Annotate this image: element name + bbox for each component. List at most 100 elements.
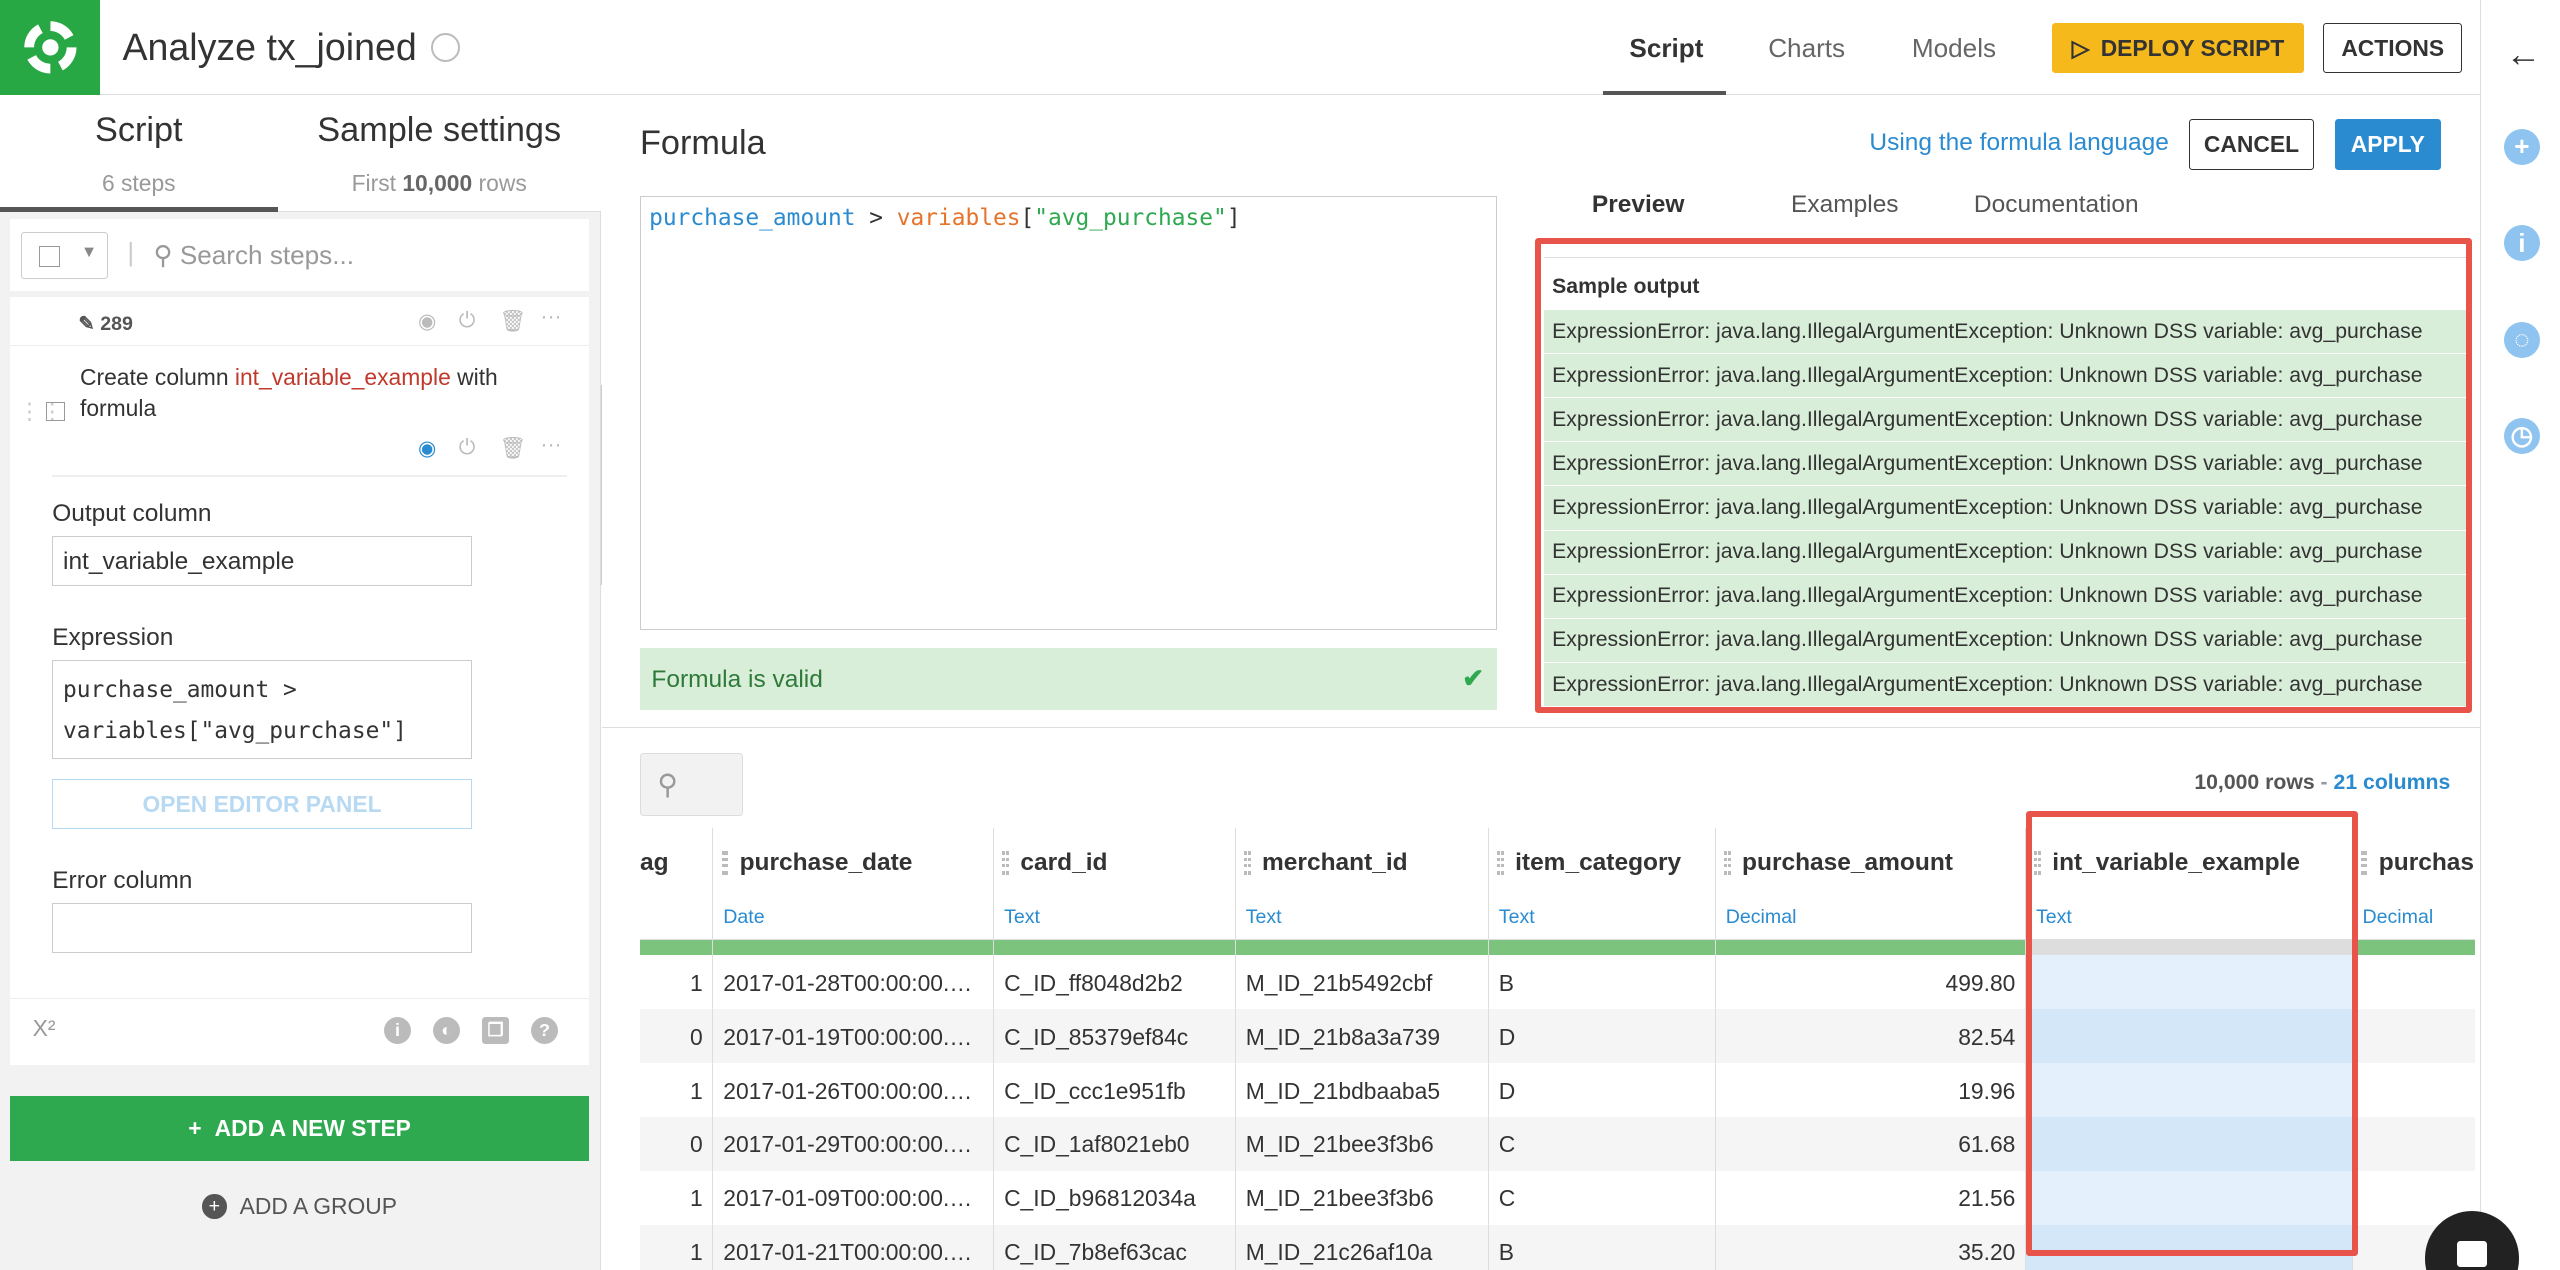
column-header[interactable]: card_id Text [994, 827, 1235, 941]
column-header[interactable]: purchase_date Date [713, 827, 994, 941]
tab-examples[interactable]: Examples [1791, 191, 1899, 219]
add-group-button[interactable]: + ADD A GROUP [10, 1177, 590, 1236]
expression-textarea[interactable]: purchase_amount > variables["avg_purchas… [52, 659, 472, 760]
step-count: 6 steps [101, 169, 176, 196]
palette-icon[interactable]: ◐ [432, 1016, 461, 1045]
sample-output-highlight: Sample output ExpressionError: java.lang… [1534, 238, 2472, 714]
tab-models[interactable]: Models [1912, 33, 1996, 64]
drag-handle-icon[interactable] [1244, 850, 1251, 876]
quality-bar [994, 940, 1235, 956]
eye-icon[interactable]: ◉ [418, 309, 437, 334]
actions-button[interactable]: ACTIONS [2323, 22, 2463, 74]
top-bar: Analyze tx_joined Script Charts Models ▷… [0, 0, 2481, 95]
power-icon[interactable]: ⏻ [459, 309, 476, 333]
rename-icon[interactable] [431, 32, 461, 63]
drag-handle-icon[interactable] [1497, 850, 1504, 876]
drag-handle-icon[interactable] [1002, 850, 1009, 876]
column-header[interactable]: purchase_amount Decimal [1715, 827, 2026, 941]
dataiku-logo[interactable] [0, 0, 100, 95]
column-header[interactable]: item_category Text [1489, 827, 1715, 941]
chevron-down-icon: ▼ [80, 242, 98, 261]
column-purchase: purchase Decimal [2352, 827, 2476, 1270]
column-header[interactable]: merchant_id Text [1235, 827, 1488, 941]
data-grid-panel: ⚲ 10,000 rows - 21 columns ag 1 0 1 0 1 … [602, 728, 2481, 1270]
tab-script[interactable]: Script [1629, 33, 1703, 64]
grid-search-button[interactable]: ⚲ [640, 752, 743, 817]
step-list: ✎ 289 ◉ ⏻ 🗑 ··· ⋮⋮ Create column int_var… [9, 297, 590, 1065]
sample-output-row: ExpressionError: java.lang.IllegalArgume… [1543, 310, 2467, 355]
info-icon[interactable]: i [383, 1016, 412, 1045]
drag-handle-icon[interactable] [721, 850, 729, 876]
cancel-button[interactable]: CANCEL [2189, 119, 2314, 170]
deploy-script-button[interactable]: ▷ DEPLOY SCRIPT [2052, 22, 2304, 74]
drag-handle-icon[interactable] [2034, 850, 2041, 876]
steps-toolbar: ▼ | ⚲ Search steps... [9, 218, 590, 291]
sample-output-row: ExpressionError: java.lang.IllegalArgume… [1543, 442, 2467, 487]
step-checkbox[interactable] [45, 401, 66, 422]
info-icon[interactable]: i [2503, 225, 2540, 262]
help-icon[interactable]: ? [530, 1016, 559, 1045]
copy-icon[interactable]: ❐ [481, 1016, 510, 1045]
column-header[interactable]: int_variable_example Text [2026, 827, 2352, 941]
trash-icon[interactable]: 🗑 [500, 436, 527, 461]
search-icon: ⚲ [153, 239, 173, 270]
play-icon: ▷ [2071, 34, 2090, 61]
more-icon[interactable]: ··· [540, 305, 561, 329]
sample-output-label: Sample output [1552, 274, 1700, 298]
checkmark-icon: ✔ [1462, 662, 1485, 693]
sample-output-row: ExpressionError: java.lang.IllegalArgume… [1543, 618, 2467, 663]
history-icon[interactable]: ◷ [2503, 417, 2540, 454]
drag-handle-icon[interactable] [1724, 850, 1731, 876]
sample-output-row: ExpressionError: java.lang.IllegalArgume… [1543, 398, 2467, 443]
previous-step[interactable]: ✎ 289 ◉ ⏻ 🗑 ··· [9, 297, 590, 347]
divider: | [127, 236, 135, 267]
trash-icon[interactable]: 🗑 [500, 309, 527, 334]
logo-icon [24, 21, 77, 74]
search-steps-input[interactable]: ⚲ Search steps... [153, 240, 354, 271]
tab-charts[interactable]: Charts [1768, 33, 1845, 64]
active-tab-indicator [0, 207, 278, 213]
sample-output-row: ExpressionError: java.lang.IllegalArgume… [1543, 574, 2467, 619]
step-change-count: ✎ 289 [78, 312, 133, 335]
column-header[interactable]: ag [640, 827, 713, 941]
select-all-checkbox[interactable] [38, 245, 60, 268]
error-column-input[interactable] [52, 902, 472, 954]
tab-documentation[interactable]: Documentation [1974, 191, 2139, 219]
tab-sample-settings[interactable]: Sample settings First 10,000 rows [278, 111, 601, 197]
tab-preview[interactable]: Preview [1592, 191, 1685, 219]
power-icon[interactable]: ⏻ [459, 436, 476, 460]
formula-language-link[interactable]: Using the formula language [1869, 129, 2168, 157]
quality-bar [2352, 940, 2476, 956]
drag-handle-icon[interactable] [2360, 850, 2368, 876]
open-editor-panel-button[interactable]: OPEN EDITOR PANEL [52, 778, 472, 830]
plus-icon[interactable]: + [2503, 128, 2540, 165]
sample-output-row: ExpressionError: java.lang.IllegalArgume… [1543, 486, 2467, 531]
column-purchase-date: purchase_date Date 2017-01-28T00:00:00.0… [713, 827, 995, 1270]
add-step-button[interactable]: + ADD A NEW STEP [9, 1095, 590, 1161]
step-footer: X² i ◐ ❐ ? [9, 997, 590, 1063]
step-description[interactable]: Create column int_variable_example with … [80, 362, 537, 424]
column-int-variable-example: int_variable_example Text [2026, 827, 2353, 1270]
more-icon[interactable]: ··· [540, 433, 561, 457]
divider [52, 475, 567, 477]
formula-editor-panel: Formula Using the formula language CANCE… [602, 94, 2481, 729]
column-merchant-id: merchant_id Text M_ID_21b5492cbf M_ID_21… [1235, 827, 1489, 1270]
back-arrow-icon[interactable]: ← [2506, 33, 2542, 75]
discussion-icon[interactable]: ◌ [2503, 321, 2540, 358]
column-header[interactable]: purchase Decimal [2352, 827, 2476, 941]
expression-label: Expression [52, 623, 174, 651]
sidebar-tabs: Script 6 steps Sample settings First 10,… [0, 94, 601, 213]
plus-circle-icon: + [202, 1194, 227, 1219]
right-rail: ← + i ◌ ◷ [2480, 0, 2560, 1270]
output-column-input[interactable]: int_variable_example [52, 535, 472, 587]
formula-code-editor[interactable]: purchase_amount > variables["avg_purchas… [640, 195, 1498, 631]
error-column-label: Error column [52, 866, 193, 894]
columns-link[interactable]: 21 columns [2334, 771, 2451, 794]
apply-button[interactable]: APPLY [2334, 119, 2441, 170]
sample-output-row: ExpressionError: java.lang.IllegalArgume… [1543, 354, 2467, 399]
quality-bar [640, 940, 713, 956]
formula-icon[interactable]: X² [33, 1015, 56, 1042]
eye-icon[interactable]: ◉ [418, 436, 437, 461]
select-all-dropdown[interactable]: ▼ [21, 231, 108, 280]
tab-script-steps[interactable]: Script 6 steps [0, 111, 278, 197]
